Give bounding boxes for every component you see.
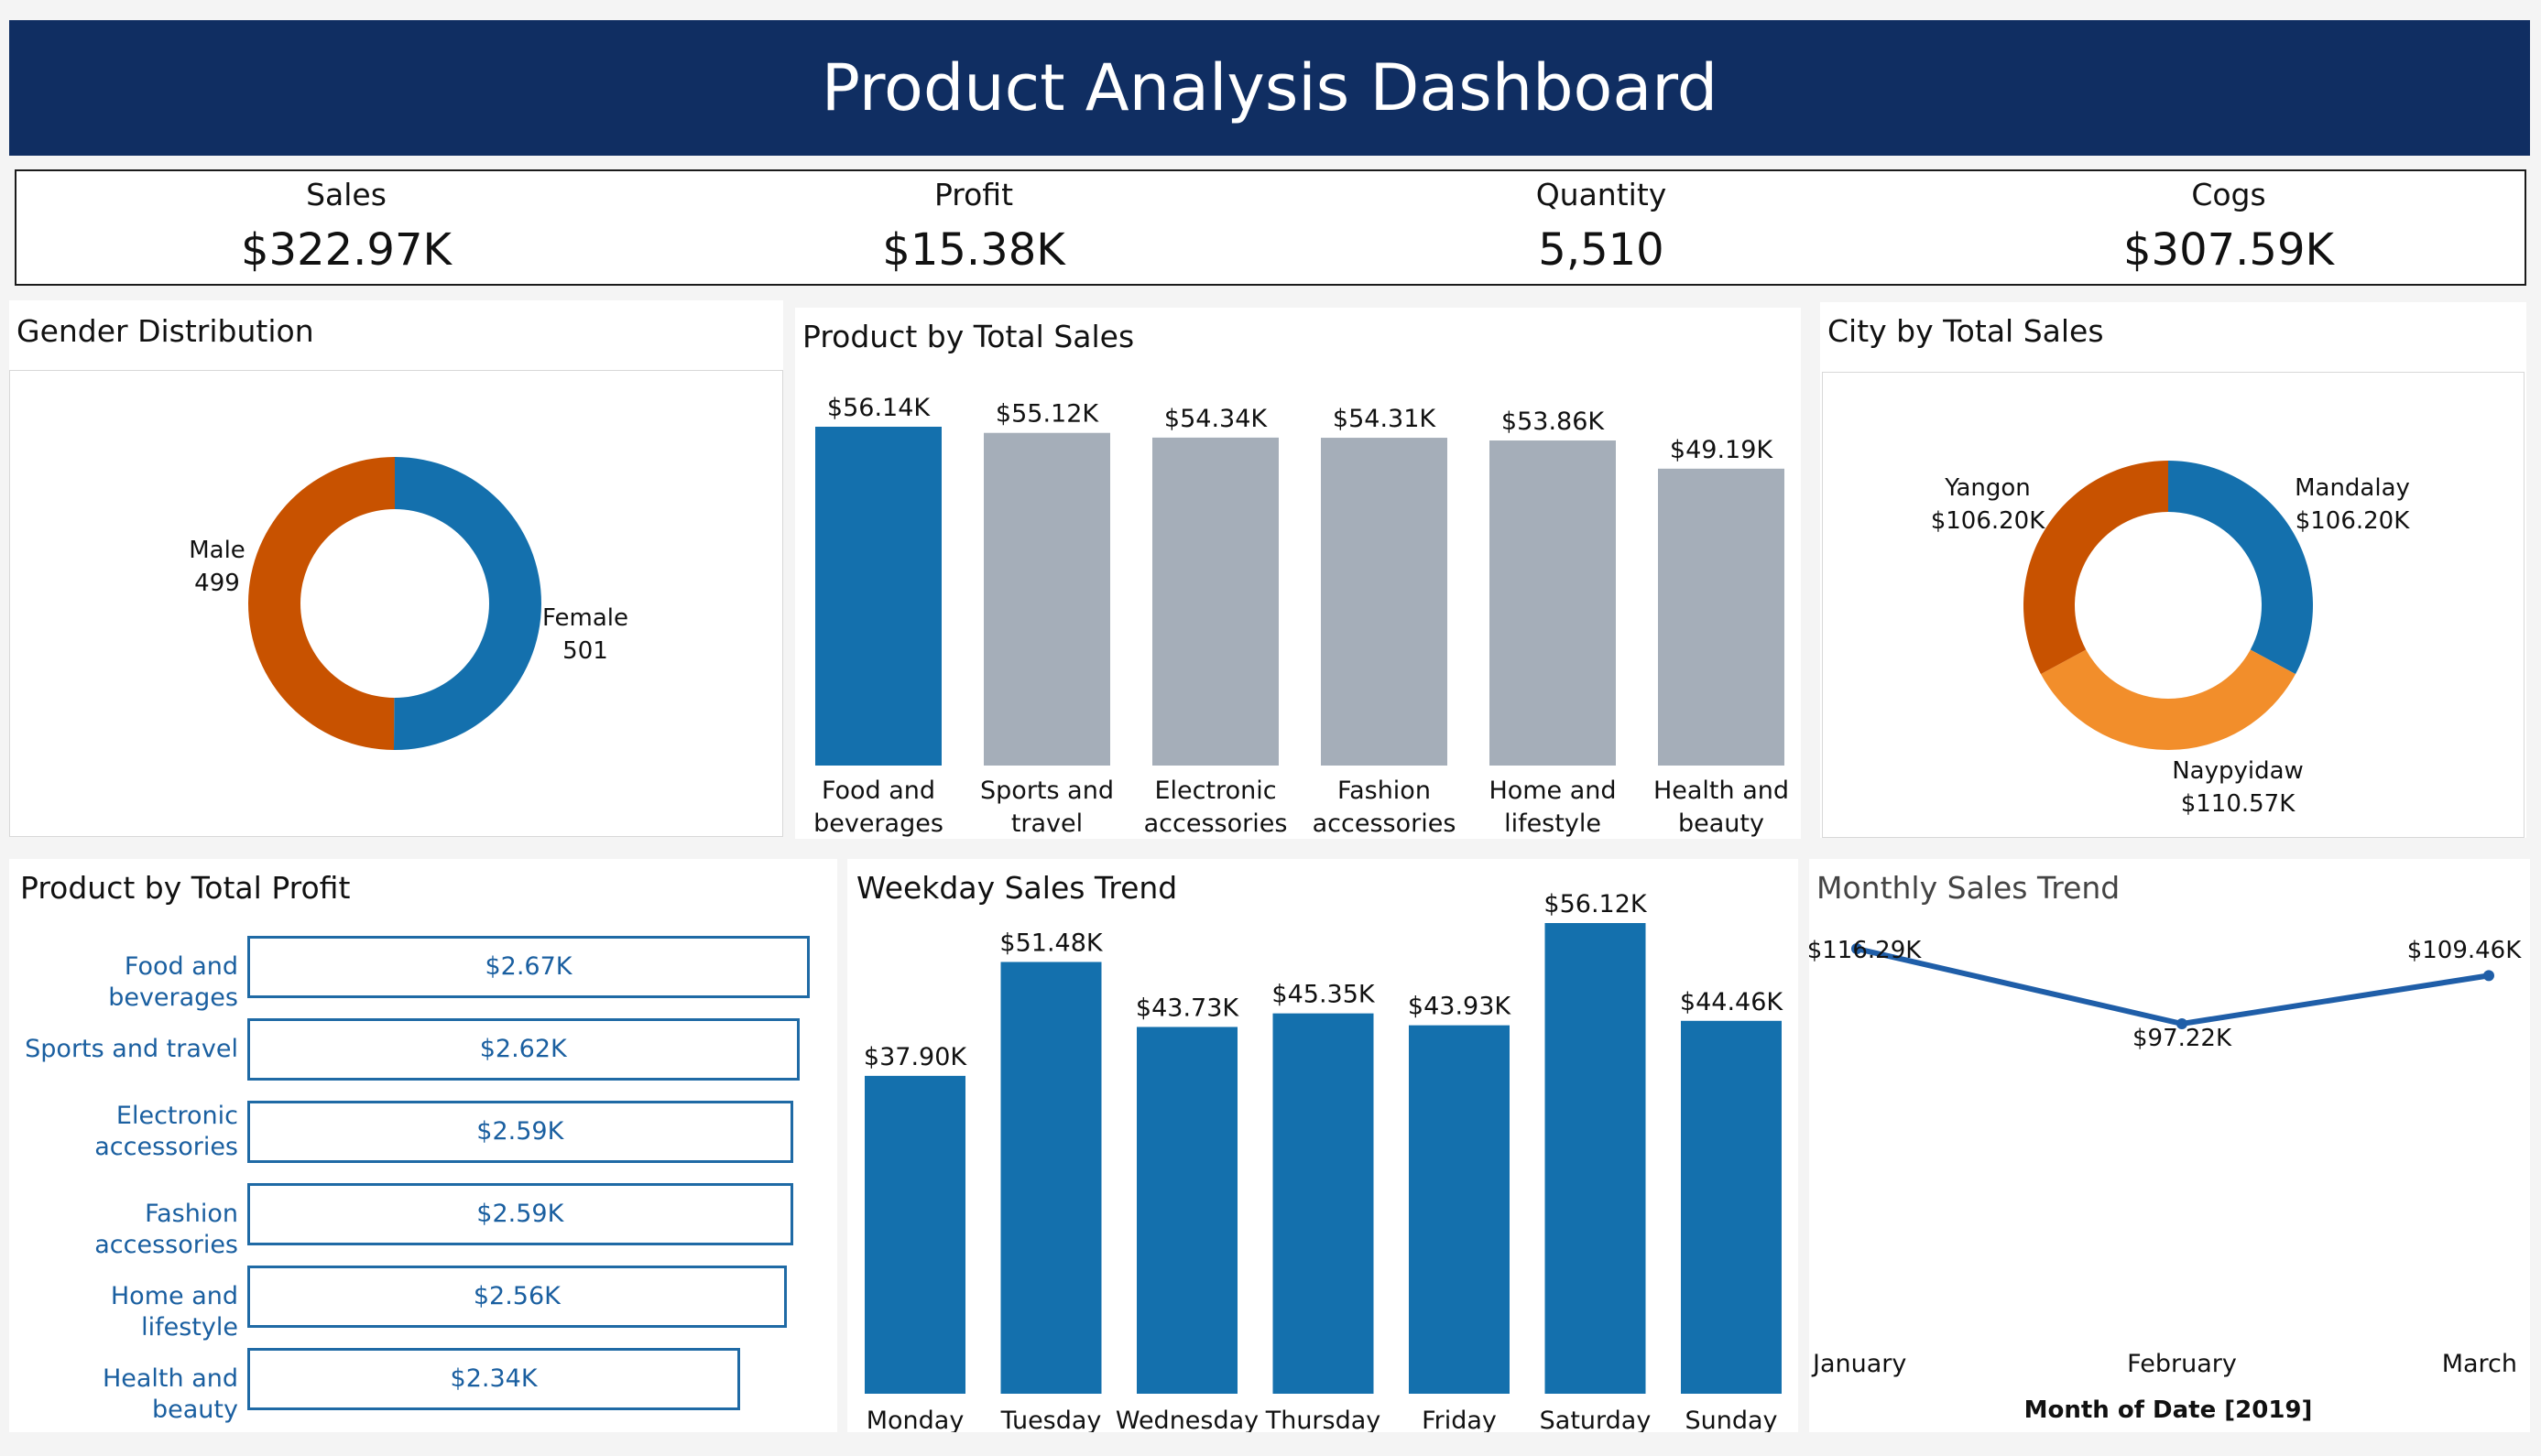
- weekday-sales-bar-chart: $37.90K Monday $51.48K Tuesday $43.73K Wednes…: [864, 890, 1783, 1432]
- kpi-profit-label: Profit: [933, 177, 1014, 212]
- weekday-sales-bar: [1544, 923, 1646, 1394]
- product-profit-panel: Product by Total Profit Food and beverag…: [9, 859, 837, 1432]
- product-profit-category-label: Electronic accessories: [94, 1102, 238, 1161]
- weekday-sales-panel: Weekday Sales Trend $37.90K Monday $51.48K…: [847, 859, 1798, 1432]
- kpi-sales-value: $322.97K: [241, 224, 452, 276]
- city-label-naypyidaw: Naypyidaw $110.57K: [2172, 757, 2304, 818]
- kpi-quantity-label: Quantity: [1535, 177, 1667, 212]
- monthly-sales-data-label: $97.22K: [2132, 1025, 2232, 1052]
- product-sales-category-label: Sports and travel: [980, 777, 1114, 838]
- product-profit-bar: $2.67K: [247, 936, 810, 998]
- gender-label-female: Female 501: [542, 604, 628, 665]
- kpi-cogs-label: Cogs: [2191, 177, 2266, 212]
- weekday-sales-category-label: Wednesday: [1116, 1407, 1259, 1432]
- monthly-sales-line-chart: $116.29K $97.22K $109.46K January February Ma…: [1809, 937, 2523, 1424]
- weekday-sales-bar: [1272, 1013, 1374, 1394]
- product-profit-bar: $2.59K: [247, 1101, 793, 1163]
- kpi-quantity-value: 5,510: [1538, 224, 1664, 276]
- monthly-sales-data-label: $116.29K: [1809, 937, 1922, 964]
- product-sales-data-label: $54.31K: [1333, 405, 1436, 433]
- gender-slice-male: [248, 457, 395, 750]
- header-banner: Product Analysis Dashboard: [9, 20, 2530, 156]
- weekday-sales-category-label: Tuesday: [1000, 1407, 1102, 1432]
- kpi-strip: Sales $322.97K Profit $15.38K Quantity 5…: [15, 169, 2526, 286]
- weekday-sales-bar: [1137, 1027, 1238, 1394]
- kpi-sales-label: Sales: [306, 177, 387, 212]
- monthly-sales-category-label: January: [1811, 1350, 1906, 1378]
- weekday-sales-bar: [865, 1075, 965, 1394]
- product-sales-category-label: Fashion accessories: [1313, 777, 1456, 838]
- product-profit-bar: $2.59K: [247, 1183, 793, 1245]
- gender-chart-title: Gender Distribution: [16, 313, 314, 349]
- product-profit-category-label: Health and beauty: [102, 1364, 238, 1424]
- gender-label-male: Male 499: [189, 537, 245, 597]
- product-profit-bar: $2.34K: [247, 1348, 741, 1410]
- product-sales-bar: [984, 432, 1110, 766]
- product-sales-category-label: Health and beauty: [1653, 777, 1789, 838]
- product-profit-bar: $2.62K: [247, 1018, 800, 1081]
- weekday-sales-bar: [1681, 1020, 1782, 1394]
- product-profit-category-label: Home and lifestyle: [110, 1282, 238, 1342]
- weekday-sales-category-label: Friday: [1422, 1407, 1497, 1432]
- weekday-sales-category-label: Monday: [867, 1407, 965, 1432]
- page-title: Product Analysis Dashboard: [821, 50, 1718, 125]
- product-profit-category-label: Fashion accessories: [94, 1200, 238, 1259]
- product-sales-data-label: $53.86K: [1501, 407, 1605, 436]
- monthly-sales-line: [1856, 946, 2490, 1027]
- product-sales-data-label: $54.34K: [1164, 405, 1268, 433]
- product-sales-data-label: $49.19K: [1670, 436, 1773, 464]
- monthly-sales-point: [2483, 970, 2494, 982]
- city-donut-chart: Mandalay $106.20K Naypyidaw $110.57K Yangon $…: [1931, 461, 2410, 818]
- weekday-sales-data-label: $51.48K: [999, 929, 1103, 957]
- weekday-sales-category-label: Thursday: [1265, 1407, 1381, 1432]
- product-sales-bar: [1152, 437, 1279, 766]
- product-profit-bar-chart: Food and beverages $2.67K Sports and trave…: [9, 859, 837, 1432]
- weekday-sales-data-label: $43.93K: [1408, 993, 1511, 1021]
- product-sales-category-label: Food and beverages: [813, 777, 943, 838]
- monthly-sales-category-label: March: [2442, 1350, 2517, 1378]
- weekday-sales-data-label: $45.35K: [1271, 981, 1375, 1009]
- product-profit-bar: $2.56K: [247, 1266, 787, 1328]
- product-profit-category-label: Sports and travel: [25, 1035, 238, 1063]
- product-sales-panel: Product by Total Sales $56.14K Food and be…: [795, 308, 1801, 839]
- weekday-sales-bar: [1409, 1025, 1510, 1394]
- city-label-mandalay: Mandalay $106.20K: [2295, 474, 2410, 535]
- weekday-sales-data-label: $37.90K: [864, 1043, 967, 1071]
- gender-panel: Gender Distribution Female 501 Male 499: [9, 300, 783, 837]
- city-slice-naypyidaw: [2040, 649, 2296, 750]
- gender-slice-female: [393, 457, 542, 750]
- monthly-sales-panel: Monthly Sales Trend $116.29K $97.22K $109.…: [1809, 859, 2530, 1432]
- kpi-cogs-value: $307.59K: [2123, 224, 2334, 276]
- city-slice-yangon: [2023, 461, 2168, 675]
- product-sales-bar-chart: $56.14K Food and beverages $55.12K Sports an…: [813, 394, 1789, 838]
- monthly-sales-x-axis-label: Month of Date [2019]: [2024, 1396, 2313, 1424]
- monthly-sales-data-label: $109.46K: [2407, 937, 2523, 964]
- product-profit-category-label: Food and beverages: [108, 952, 238, 1012]
- city-sales-panel: City by Total Sales Mandalay $106.20K Nayp…: [1820, 302, 2526, 838]
- city-chart-area: Mandalay $106.20K Naypyidaw $110.57K Yangon $…: [1822, 372, 2525, 838]
- weekday-sales-data-label: $43.73K: [1136, 994, 1239, 1022]
- weekday-sales-category-label: Sunday: [1685, 1407, 1777, 1432]
- product-sales-bar: [1321, 438, 1447, 766]
- product-sales-category-label: Electronic accessories: [1144, 777, 1288, 838]
- product-sales-data-label: $56.14K: [827, 394, 931, 422]
- gender-donut-chart: Female 501 Male 499: [189, 457, 628, 750]
- product-sales-data-label: $55.12K: [996, 400, 1099, 429]
- city-sales-chart-title: City by Total Sales: [1827, 313, 2104, 349]
- weekday-sales-bar: [1000, 962, 1102, 1394]
- weekday-sales-data-label: $56.12K: [1543, 890, 1647, 918]
- product-sales-bar: [815, 427, 942, 766]
- kpi-profit-value: $15.38K: [882, 224, 1065, 276]
- city-slice-mandalay: [2168, 461, 2313, 675]
- city-label-yangon: Yangon $106.20K: [1931, 474, 2046, 535]
- product-sales-bar: [1489, 440, 1616, 766]
- weekday-sales-category-label: Saturday: [1540, 1407, 1652, 1432]
- product-sales-bar: [1658, 468, 1784, 766]
- gender-chart-area: Female 501 Male 499: [9, 370, 783, 837]
- monthly-sales-category-label: February: [2127, 1350, 2237, 1378]
- product-sales-category-label: Home and lifestyle: [1489, 777, 1616, 838]
- weekday-sales-data-label: $44.46K: [1680, 988, 1783, 1016]
